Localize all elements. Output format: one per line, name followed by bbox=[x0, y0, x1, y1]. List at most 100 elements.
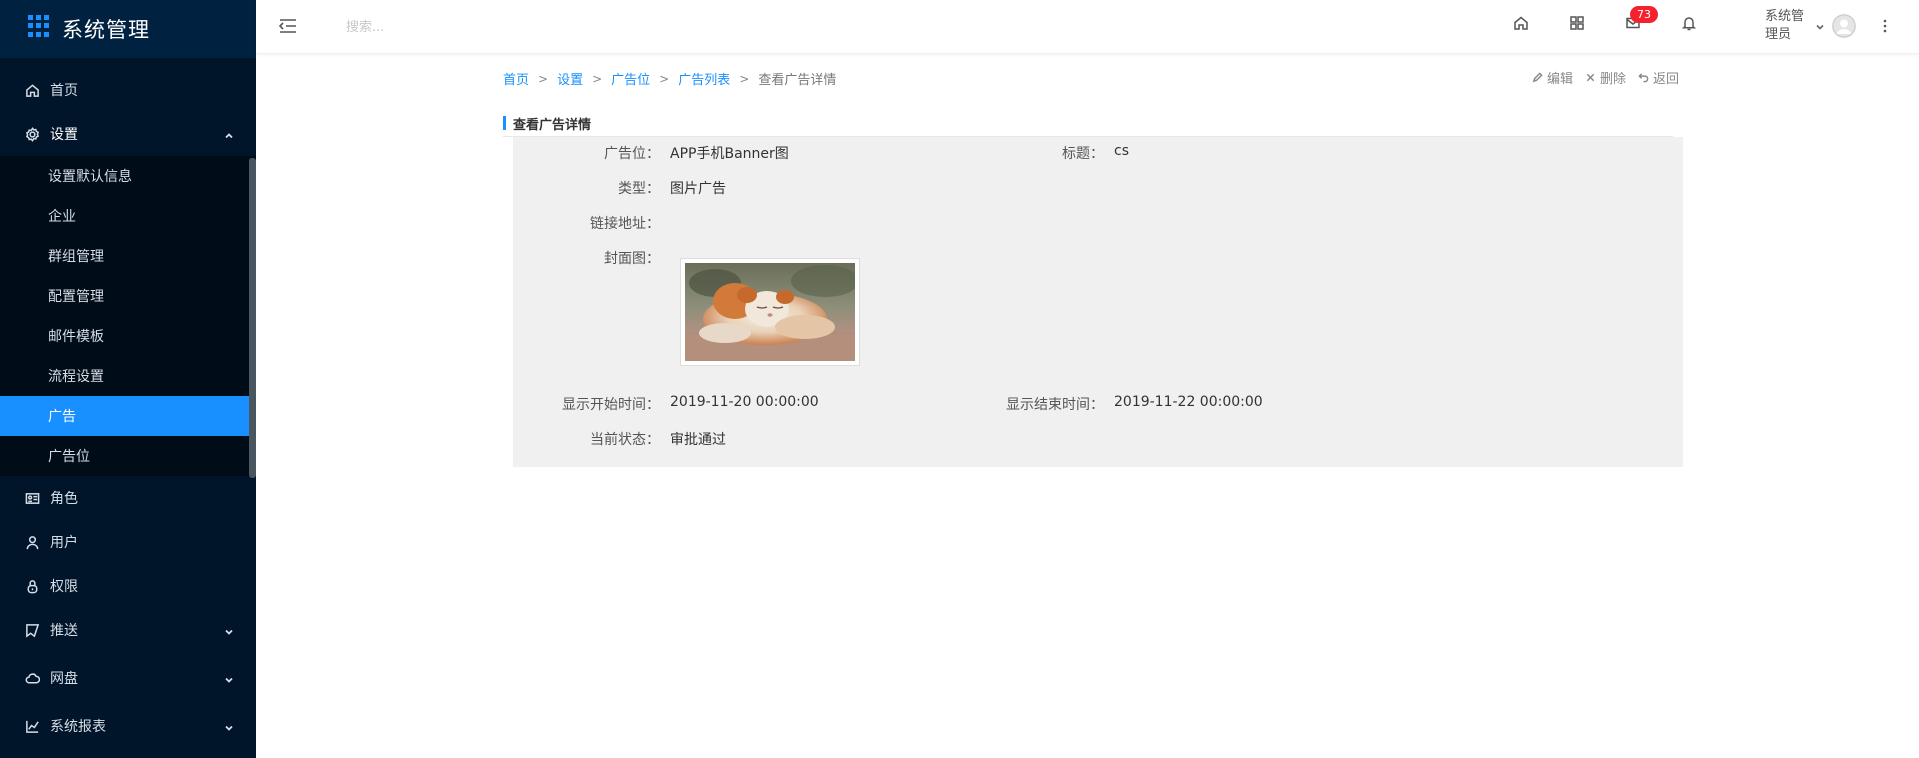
field-status: 当前状态： 审批通过 bbox=[540, 429, 726, 449]
id-card-icon bbox=[24, 490, 40, 506]
sidebar-item-label: 角色 bbox=[50, 491, 78, 507]
settings-submenu: 设置默认信息 企业 群组管理 配置管理 邮件模板 流程设置 广告 广告位 bbox=[0, 156, 256, 476]
sidebar-item-permissions[interactable]: 权限 bbox=[0, 564, 256, 608]
back-arrow-icon bbox=[1638, 73, 1649, 83]
field-label: 链接地址： bbox=[590, 216, 660, 232]
sidebar-subitem-ad-position[interactable]: 广告位 bbox=[0, 436, 256, 476]
menu-fold-icon[interactable] bbox=[278, 16, 298, 36]
line-chart-icon bbox=[24, 718, 40, 734]
edit-label: 编辑 bbox=[1547, 72, 1574, 87]
field-value: 2019-11-22 00:00:00 bbox=[1114, 394, 1263, 410]
sidebar-menu: 首页 设置 设置默认信息 企业 群组管理 配置管理 邮件模板 流程设置 广告 广… bbox=[0, 68, 256, 748]
sidebar-subitem-mail-template[interactable]: 邮件模板 bbox=[0, 316, 256, 356]
cat-photo-thumbnail bbox=[685, 263, 855, 361]
field-label: 当前状态： bbox=[590, 432, 660, 448]
close-icon bbox=[1586, 73, 1595, 82]
bell-icon[interactable] bbox=[1681, 15, 1701, 35]
sidebar-subitem-enterprise[interactable]: 企业 bbox=[0, 196, 256, 236]
lock-icon bbox=[24, 578, 40, 594]
breadcrumb-home[interactable]: 首页 bbox=[503, 69, 529, 88]
chevron-up-icon bbox=[224, 129, 234, 139]
field-cover: 封面图： bbox=[540, 248, 660, 268]
sidebar-subitem-workflow-settings[interactable]: 流程设置 bbox=[0, 356, 256, 396]
chevron-down-icon bbox=[224, 625, 234, 635]
back-button[interactable]: 返回 bbox=[1638, 68, 1679, 87]
field-title: 标题： cs bbox=[984, 143, 1129, 163]
user-icon bbox=[24, 534, 40, 550]
breadcrumb-ad-list[interactable]: 广告列表 bbox=[678, 69, 730, 88]
sidebar-scrollbar[interactable] bbox=[249, 158, 256, 478]
breadcrumb: 首页 > 设置 > 广告位 > 广告列表 > 查看广告详情 bbox=[503, 69, 837, 89]
app-title: 系统管理 bbox=[62, 18, 150, 42]
field-start-time: 显示开始时间： 2019-11-20 00:00:00 bbox=[540, 394, 819, 414]
apps-icon[interactable] bbox=[1569, 15, 1589, 35]
page-actions: 编辑 删除 返回 bbox=[1532, 68, 1691, 87]
sidebar-item-push[interactable]: 推送 bbox=[0, 608, 256, 652]
field-value: cs bbox=[1114, 143, 1129, 159]
sidebar-item-label: 设置 bbox=[50, 127, 78, 143]
field-label: 广告位： bbox=[604, 146, 660, 162]
breadcrumb-current: 查看广告详情 bbox=[758, 73, 837, 88]
field-label: 标题： bbox=[1062, 146, 1104, 162]
sidebar-subitem-ad[interactable]: 广告 bbox=[0, 396, 256, 436]
sidebar-item-label: 推送 bbox=[50, 623, 78, 639]
username[interactable]: 系统管理员 bbox=[1765, 8, 1815, 44]
send-icon bbox=[24, 622, 40, 638]
section-accent-bar bbox=[503, 116, 506, 130]
field-label: 封面图： bbox=[604, 251, 660, 267]
avatar[interactable] bbox=[1832, 14, 1856, 38]
field-value: 2019-11-20 00:00:00 bbox=[670, 394, 819, 410]
sidebar-item-netdisk[interactable]: 网盘 bbox=[0, 656, 256, 700]
field-label: 类型： bbox=[618, 181, 660, 197]
section-title: 查看广告详情 bbox=[513, 118, 592, 133]
field-value: 审批通过 bbox=[670, 432, 726, 448]
field-label: 显示开始时间： bbox=[562, 397, 660, 413]
sidebar-item-label: 系统报表 bbox=[50, 719, 106, 735]
field-value: APP手机Banner图 bbox=[670, 146, 789, 162]
gear-icon bbox=[24, 126, 40, 142]
app-grid-logo-icon bbox=[28, 15, 50, 37]
home-icon[interactable] bbox=[1513, 15, 1533, 35]
breadcrumb-ad-position[interactable]: 广告位 bbox=[611, 69, 650, 88]
chevron-down-icon bbox=[224, 721, 234, 731]
pencil-icon bbox=[1532, 72, 1543, 83]
brand[interactable]: 系统管理 bbox=[0, 0, 256, 58]
sidebar: 系统管理 首页 设置 设置默认信息 企业 群组管理 配置管理 邮件模板 流程设置… bbox=[0, 0, 256, 758]
cover-image[interactable] bbox=[680, 258, 860, 366]
field-label: 显示结束时间： bbox=[1006, 397, 1104, 413]
sidebar-item-users[interactable]: 用户 bbox=[0, 520, 256, 564]
sidebar-item-system-reports[interactable]: 系统报表 bbox=[0, 704, 256, 748]
sidebar-item-label: 首页 bbox=[50, 83, 78, 99]
delete-button[interactable]: 删除 bbox=[1585, 68, 1626, 87]
home-icon bbox=[24, 82, 40, 98]
sidebar-subitem-default-info[interactable]: 设置默认信息 bbox=[0, 156, 256, 196]
more-icon[interactable] bbox=[1882, 17, 1888, 35]
edit-button[interactable]: 编辑 bbox=[1532, 68, 1573, 87]
delete-label: 删除 bbox=[1600, 72, 1627, 87]
breadcrumb-separator: > bbox=[739, 71, 750, 86]
search-input[interactable] bbox=[346, 16, 586, 38]
breadcrumb-settings[interactable]: 设置 bbox=[557, 69, 583, 88]
field-type: 类型： 图片广告 bbox=[540, 178, 726, 198]
sidebar-item-label: 权限 bbox=[50, 579, 78, 595]
sidebar-item-settings[interactable]: 设置 bbox=[0, 112, 256, 156]
field-value: 图片广告 bbox=[670, 181, 726, 197]
sidebar-subitem-group-management[interactable]: 群组管理 bbox=[0, 236, 256, 276]
chevron-down-icon bbox=[224, 673, 234, 683]
chevron-down-icon[interactable] bbox=[1815, 20, 1825, 30]
back-label: 返回 bbox=[1653, 72, 1680, 87]
field-ad-position: 广告位： APP手机Banner图 bbox=[540, 143, 789, 163]
sidebar-item-roles[interactable]: 角色 bbox=[0, 476, 256, 520]
cloud-icon bbox=[24, 670, 40, 686]
sidebar-subitem-config-management[interactable]: 配置管理 bbox=[0, 276, 256, 316]
field-link: 链接地址： bbox=[540, 213, 670, 233]
field-end-time: 显示结束时间： 2019-11-22 00:00:00 bbox=[984, 394, 1263, 414]
breadcrumb-separator: > bbox=[538, 71, 549, 86]
top-header bbox=[256, 0, 1919, 54]
mail-count-badge: 73 bbox=[1630, 6, 1658, 23]
sidebar-item-label: 网盘 bbox=[50, 671, 78, 687]
section-header: 查看广告详情 bbox=[503, 113, 1673, 137]
breadcrumb-separator: > bbox=[659, 71, 670, 86]
sidebar-item-label: 用户 bbox=[50, 535, 78, 551]
sidebar-item-home[interactable]: 首页 bbox=[0, 68, 256, 112]
